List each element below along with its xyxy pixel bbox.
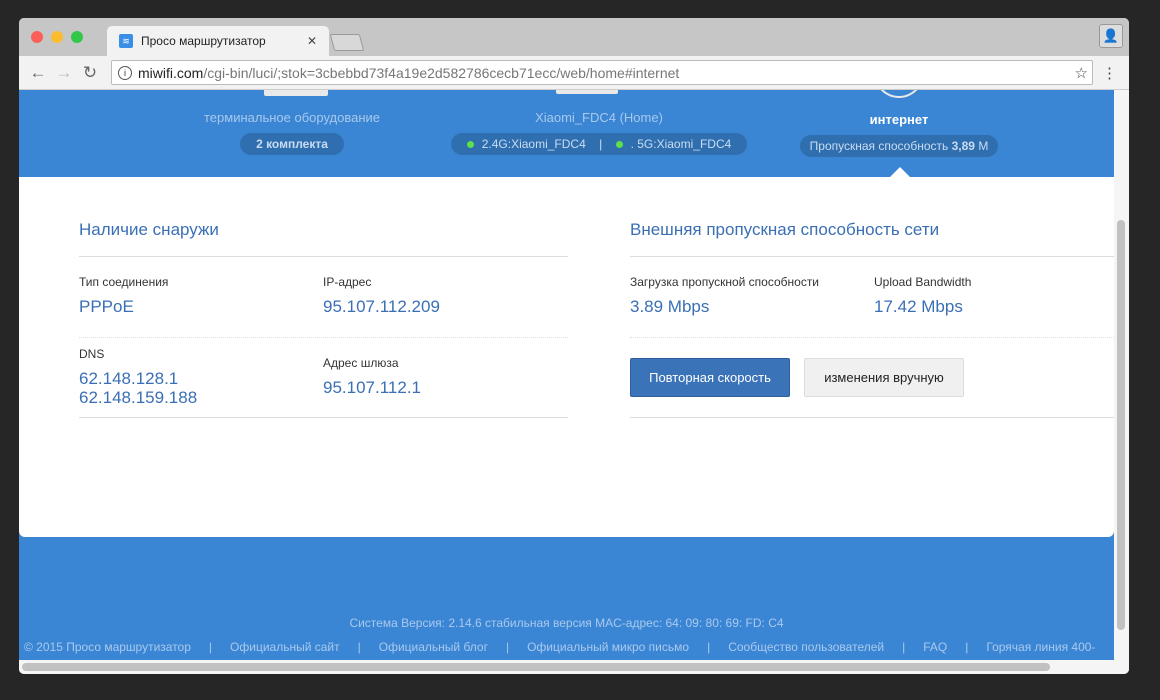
bandwidth-title: Внешняя пропускная способность сети (630, 220, 940, 239)
devices-label: терминальное оборудование (203, 110, 381, 125)
status-dot-icon (466, 141, 474, 148)
browser-tab[interactable]: ≋ Просо маршрутизатор ✕ (107, 26, 329, 56)
upload-label: Upload Bandwidth (874, 275, 972, 289)
tab-title: Просо маршрутизатор (141, 34, 266, 48)
footer-link-weibo[interactable]: Официальный микро письмо (527, 640, 689, 654)
router-icon (556, 90, 618, 94)
router-section[interactable]: Xiaomi_FDC4 (Home) 2.4G:Xiaomi_FDC4 | . … (449, 110, 749, 155)
download-label: Загрузка пропускной способности (630, 275, 820, 289)
gateway-value: 95.107.112.1 (323, 378, 421, 397)
divider (79, 256, 568, 257)
close-tab-icon[interactable]: ✕ (307, 34, 317, 48)
vertical-scroll-thumb[interactable] (1117, 220, 1125, 630)
minimize-window-button[interactable] (51, 31, 63, 43)
browser-window: ≋ Просо маршрутизатор ✕ 👤 ← → ↻ i miwifi… (19, 18, 1129, 674)
wifi-24-name: 2.4G:Xiaomi_FDC4 (481, 137, 586, 151)
dns-label: DNS (79, 347, 105, 361)
new-tab-button[interactable] (329, 34, 365, 51)
address-bar[interactable]: i miwifi.com/cgi-bin/luci/;stok=3cbebbd7… (111, 60, 1093, 85)
gateway-label: Адрес шлюза (323, 356, 399, 370)
globe-icon (874, 90, 924, 98)
close-window-button[interactable] (31, 31, 43, 43)
footer-hotline: Горячая линия 400- (986, 640, 1096, 654)
url-path: /cgi-bin/luci/;stok=3cbebbd73f4a19e2d582… (203, 64, 680, 81)
maximize-window-button[interactable] (71, 31, 83, 43)
devices-section[interactable]: терминальное оборудование 2 комплекта (192, 110, 392, 155)
external-title: Наличие снаружи (79, 220, 219, 239)
divider (630, 256, 1114, 257)
internet-details-card: Наличие снаружи Тип соединения PPPoE IP-… (19, 177, 1114, 537)
footer-version: Система Версия: 2.14.6 стабильная версия… (349, 616, 784, 630)
profile-icon[interactable]: 👤 (1099, 24, 1123, 48)
retest-speed-button[interactable]: Повторная скорость (630, 358, 790, 397)
bandwidth-badge: Пропускная способность 3,89 M (799, 135, 999, 157)
divider (630, 337, 1114, 338)
upload-value: 17.42 Mbps (874, 297, 963, 316)
footer-link-site[interactable]: Официальный сайт (230, 640, 340, 654)
bandwidth-value: 3,89 (951, 139, 975, 153)
status-dot-icon (615, 141, 623, 148)
divider (630, 417, 1114, 418)
url-host: miwifi.com (138, 64, 204, 81)
device-icon (264, 90, 328, 96)
internet-section[interactable]: интернет Пропускная способность 3,89 M (779, 112, 1019, 157)
wifi-5-name: . 5G:Xiaomi_FDC4 (630, 137, 732, 151)
internet-label: интернет (869, 112, 929, 127)
divider (79, 417, 568, 418)
ip-value: 95.107.112.209 (323, 297, 440, 316)
bandwidth-unit: M (974, 139, 989, 153)
info-icon[interactable]: i (118, 65, 132, 80)
back-icon[interactable]: ← (25, 63, 51, 83)
active-pointer (890, 167, 910, 177)
horizontal-scroll-thumb[interactable] (22, 663, 1050, 671)
bandwidth-prefix: Пропускная способность (809, 139, 952, 153)
page-viewport: терминальное оборудование 2 комплекта Xi… (19, 90, 1114, 660)
browser-toolbar: ← → ↻ i miwifi.com/cgi-bin/luci/;stok=3c… (19, 56, 1129, 90)
devices-count: 2 комплекта (256, 137, 328, 151)
vertical-scrollbar[interactable] (1114, 90, 1129, 660)
divider (79, 337, 568, 338)
manual-set-button[interactable]: изменения вручную (804, 358, 964, 397)
router-label: Xiaomi_FDC4 (Home) (535, 110, 663, 125)
horizontal-scrollbar[interactable] (19, 660, 1129, 674)
footer-copyright: © 2015 Просо маршрутизатор (24, 640, 191, 654)
reload-icon[interactable]: ↻ (77, 63, 103, 83)
wifi-badge[interactable]: 2.4G:Xiaomi_FDC4 | . 5G:Xiaomi_FDC4 (450, 133, 748, 155)
footer-link-community[interactable]: Сообщество пользователей (728, 640, 884, 654)
footer-link-faq[interactable]: FAQ (923, 640, 947, 654)
dns1-value: 62.148.128.1 (79, 369, 179, 388)
bookmark-star-icon[interactable]: ☆ (1075, 64, 1088, 82)
conn-type-value: PPPoE (79, 297, 134, 316)
download-value: 3.89 Mbps (630, 297, 710, 316)
conn-type-label: Тип соединения (79, 275, 169, 289)
forward-icon[interactable]: → (51, 63, 77, 83)
tab-bar: ≋ Просо маршрутизатор ✕ 👤 (19, 18, 1129, 56)
menu-icon[interactable]: ⋮ (1102, 64, 1117, 82)
devices-count-badge[interactable]: 2 комплекта (240, 133, 344, 155)
footer-link-blog[interactable]: Официальный блог (379, 640, 488, 654)
wifi-icon: ≋ (119, 34, 133, 48)
dns2-value: 62.148.159.188 (79, 388, 198, 407)
ip-label: IP-адрес (323, 275, 372, 289)
footer-links: © 2015 Просо маршрутизатор | Официальный … (24, 640, 1096, 654)
